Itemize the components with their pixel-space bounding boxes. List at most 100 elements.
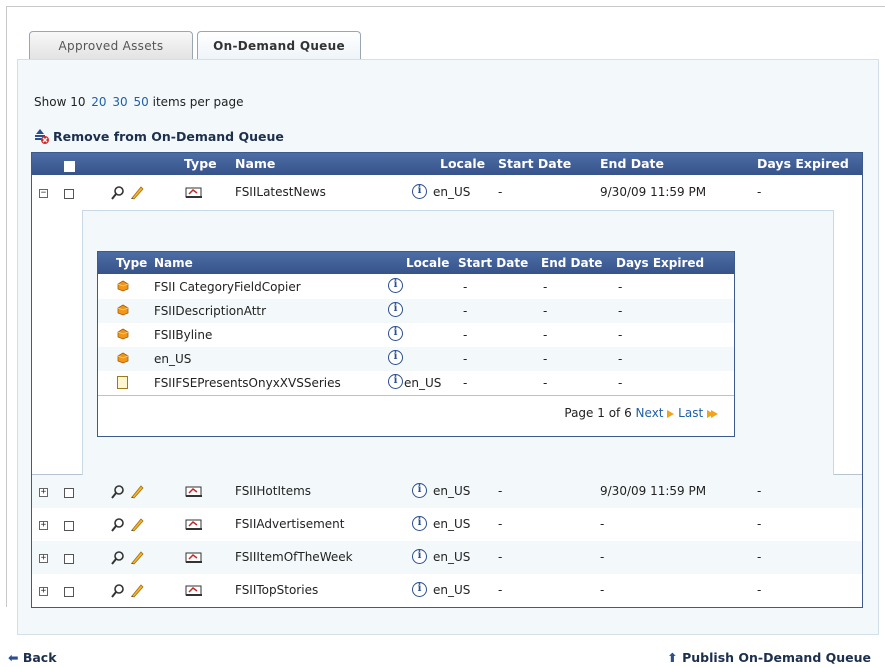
next-page-link[interactable]: Next (636, 406, 664, 420)
last-arrow-icon-2[interactable] (711, 409, 718, 418)
col-start-date: Start Date (498, 156, 572, 171)
asset-name[interactable]: FSIIHotItems (235, 484, 311, 498)
search-icon[interactable] (111, 551, 125, 565)
expand-toggle[interactable]: + (39, 521, 48, 530)
publish-label: Publish On-Demand Queue (682, 650, 871, 665)
per-page-prefix: Show 10 (34, 95, 86, 109)
info-icon[interactable]: i (388, 326, 403, 341)
row-checkbox[interactable] (64, 553, 74, 567)
collapse-toggle[interactable]: − (39, 189, 48, 198)
subtable-row: FSIIByline i - - - (98, 323, 734, 348)
search-icon[interactable] (111, 518, 125, 532)
component-icon (117, 328, 129, 340)
expand-toggle[interactable]: + (39, 488, 48, 497)
asset-name[interactable]: FSIILatestNews (235, 185, 326, 199)
sub-days-expired: - (618, 376, 623, 390)
expand-toggle[interactable]: + (39, 554, 48, 563)
publish-icon: ⬆ (667, 650, 678, 665)
tab-on-demand-queue[interactable]: On-Demand Queue (197, 31, 361, 60)
back-button[interactable]: ⬅ Back (8, 650, 57, 665)
sub-days-expired: - (618, 280, 623, 294)
sub-start-date: - (463, 376, 468, 390)
info-icon[interactable]: i (388, 302, 403, 317)
sub-col-name: Name (154, 256, 193, 270)
sub-end-date: - (543, 376, 548, 390)
col-locale: Locale (440, 156, 486, 171)
sub-days-expired: - (618, 304, 623, 318)
next-arrow-icon[interactable] (667, 409, 675, 418)
page-icon (117, 376, 128, 389)
pager: Page 1 of 6 Next Last (564, 406, 718, 420)
subtable-row: en_US i - - - (98, 347, 734, 372)
row-checkbox[interactable] (64, 520, 74, 534)
info-icon[interactable]: i (412, 516, 427, 531)
asset-start-date: - (498, 484, 503, 498)
asset-type-icon (185, 551, 203, 564)
asset-start-date: - (498, 185, 503, 199)
sub-start-date: - (463, 280, 468, 294)
table-row: + FSIIAdvertisement i en_US - - - (32, 508, 862, 542)
sub-asset-name[interactable]: FSIIDescriptionAttr (154, 304, 266, 318)
asset-name[interactable]: FSIIItemOfTheWeek (235, 550, 353, 564)
component-icon (117, 352, 129, 364)
edit-icon[interactable] (130, 584, 144, 598)
edit-icon[interactable] (130, 551, 144, 565)
publish-queue-button[interactable]: ⬆ Publish On-Demand Queue (667, 650, 871, 665)
asset-end-date: 9/30/09 11:59 PM (600, 185, 707, 199)
items-per-page: Show 10 20 30 50 items per page (34, 95, 244, 109)
remove-queue-icon (33, 128, 49, 144)
search-icon[interactable] (111, 186, 125, 200)
asset-start-date: - (498, 517, 503, 531)
sub-asset-name[interactable]: en_US (154, 352, 191, 366)
per-page-option-20[interactable]: 20 (91, 95, 106, 109)
per-page-option-30[interactable]: 30 (112, 95, 127, 109)
page-indicator: Page 1 of 6 (564, 406, 632, 420)
sub-col-locale: Locale (406, 256, 450, 270)
asset-locale: en_US (433, 517, 471, 531)
asset-type-icon (185, 485, 203, 498)
table-row: + FSIIItemOfTheWeek i en_US - - - (32, 541, 862, 575)
info-icon[interactable]: i (388, 374, 403, 389)
asset-name[interactable]: FSIIAdvertisement (235, 517, 344, 531)
remove-from-queue-button[interactable]: Remove from On-Demand Queue (33, 128, 284, 144)
asset-type-icon (185, 584, 203, 597)
edit-icon[interactable] (130, 518, 144, 532)
table-row: + FSIIHotItems i en_US - 9/30/09 11:59 P… (32, 475, 862, 509)
table-row: − FSIILatestNews i en_US - 9/30/09 11:59… (32, 176, 862, 487)
sub-asset-name[interactable]: FSIIByline (154, 328, 212, 342)
asset-days-expired: - (757, 517, 762, 531)
per-page-option-50[interactable]: 50 (134, 95, 149, 109)
edit-icon[interactable] (130, 485, 144, 499)
expand-toggle[interactable]: + (39, 587, 48, 596)
row-checkbox[interactable] (64, 188, 74, 202)
sub-asset-name[interactable]: FSIIFSEPresentsOnyxXVSSeries (154, 376, 341, 390)
info-icon[interactable]: i (412, 582, 427, 597)
asset-end-date: - (600, 550, 605, 564)
asset-locale: en_US (433, 550, 471, 564)
asset-days-expired: - (757, 583, 762, 597)
asset-name[interactable]: FSIITopStories (235, 583, 318, 597)
row-checkbox[interactable] (64, 487, 74, 501)
back-label: Back (22, 650, 57, 665)
component-icon (117, 304, 129, 316)
asset-days-expired: - (757, 185, 762, 199)
info-icon[interactable]: i (412, 549, 427, 564)
component-icon (117, 280, 129, 292)
search-icon[interactable] (111, 584, 125, 598)
subtable-row: FSIIDescriptionAttr i - - - (98, 299, 734, 324)
sub-asset-name[interactable]: FSII CategoryFieldCopier (154, 280, 301, 294)
info-icon[interactable]: i (388, 278, 403, 293)
tab-approved-assets[interactable]: Approved Assets (29, 31, 193, 60)
col-end-date: End Date (600, 156, 665, 171)
info-icon[interactable]: i (388, 350, 403, 365)
sub-end-date: - (543, 352, 548, 366)
edit-icon[interactable] (130, 186, 144, 200)
queue-table: Type Name Locale Start Date End Date Day… (31, 152, 863, 608)
search-icon[interactable] (111, 485, 125, 499)
row-checkbox[interactable] (64, 586, 74, 600)
info-icon[interactable]: i (412, 483, 427, 498)
sub-col-end-date: End Date (541, 256, 603, 270)
info-icon[interactable]: i (412, 184, 427, 199)
asset-end-date: 9/30/09 11:59 PM (600, 484, 707, 498)
last-page-link[interactable]: Last (678, 406, 703, 420)
